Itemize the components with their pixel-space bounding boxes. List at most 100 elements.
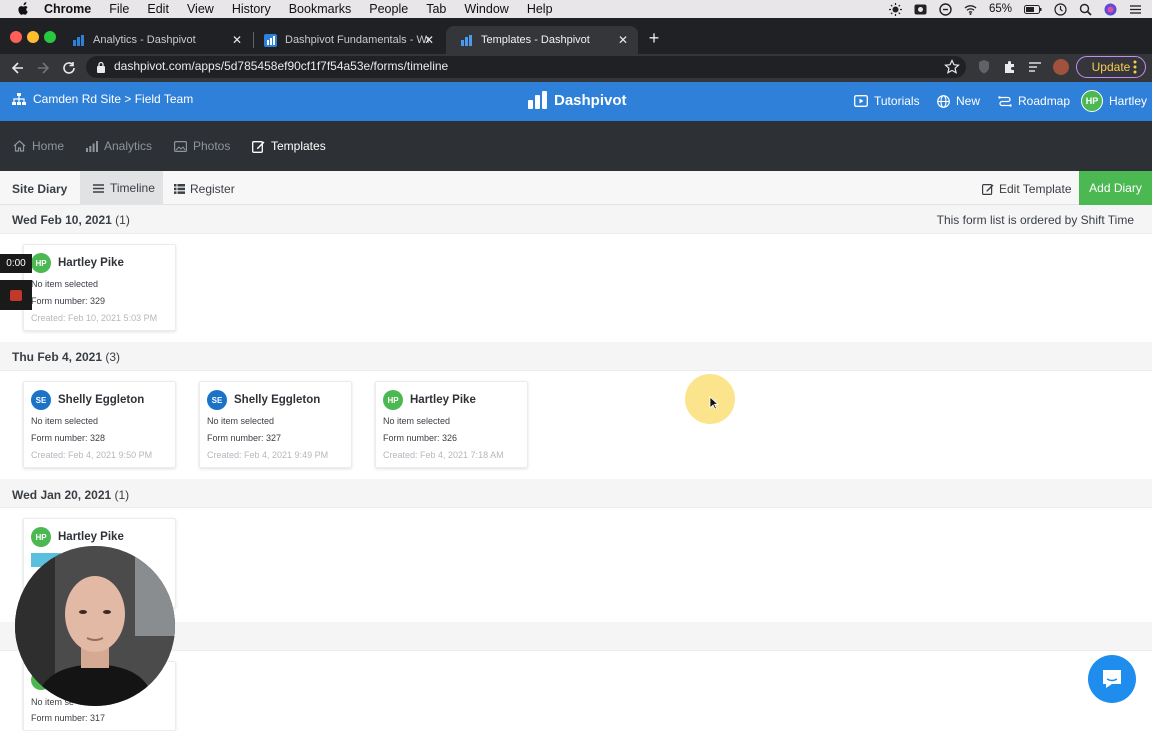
menu-tab[interactable]: Tab	[426, 2, 446, 16]
group-date: Thu Feb 4, 2021	[12, 350, 103, 364]
siri-icon[interactable]	[1104, 3, 1117, 16]
author-name: Shelly Eggleton	[58, 394, 145, 406]
add-diary-button[interactable]: Add Diary	[1079, 171, 1152, 205]
sync-icon[interactable]	[939, 2, 952, 16]
register-view-button[interactable]: Register	[174, 182, 235, 196]
browser-tab-templates[interactable]: Templates - Dashpivot ✕	[446, 26, 638, 54]
browser-tab-fundamentals[interactable]: Dashpivot Fundamentals - We ✕	[250, 26, 444, 54]
menu-people[interactable]: People	[369, 2, 408, 16]
date-group-header	[0, 479, 1152, 508]
brightness-icon[interactable]	[888, 2, 902, 16]
webcam-overlay	[15, 546, 175, 706]
date-group-header	[0, 342, 1152, 371]
author-avatar: HP	[31, 253, 51, 273]
card-form-number: Form number: 328	[31, 433, 106, 443]
extension-shield-icon[interactable]	[977, 59, 991, 75]
author-name: Hartley Pike	[58, 531, 124, 543]
menu-file[interactable]: File	[109, 2, 129, 16]
bookmark-star-icon[interactable]	[944, 59, 960, 75]
nav-home[interactable]: Home	[13, 139, 64, 153]
chat-bubble-icon	[1103, 670, 1121, 688]
roadmap-link[interactable]: Roadmap	[998, 94, 1070, 108]
user-avatar: HP	[1081, 90, 1103, 112]
menu-window[interactable]: Window	[464, 2, 508, 16]
lock-icon[interactable]	[96, 61, 106, 73]
card-item-status: No item selected	[383, 416, 451, 426]
stop-recording-button[interactable]	[0, 280, 32, 310]
update-label: Update	[1091, 60, 1131, 74]
dashpivot-favicon-icon	[73, 34, 84, 46]
site-breadcrumb[interactable]: Camden Rd Site > Field Team	[12, 92, 193, 106]
video-play-icon	[854, 95, 868, 107]
card-form-number: Form number: 327	[207, 433, 282, 443]
dashpivot-logo[interactable]: Dashpivot	[528, 91, 627, 109]
new-link[interactable]: New	[937, 94, 980, 108]
form-card[interactable]: SE Shelly Eggleton No item selected Form…	[199, 381, 352, 468]
battery-icon[interactable]	[1024, 3, 1042, 16]
window-maximize-button[interactable]	[44, 31, 56, 43]
roadmap-icon	[998, 95, 1012, 107]
tab-close-icon[interactable]: ✕	[422, 33, 436, 47]
extensions-puzzle-icon[interactable]	[1002, 59, 1018, 75]
menu-bookmarks[interactable]: Bookmarks	[289, 2, 352, 16]
nav-photos[interactable]: Photos	[174, 139, 230, 153]
card-form-number: Form number: 329	[31, 296, 106, 306]
tab-title: Templates - Dashpivot	[481, 34, 590, 46]
tab-close-icon[interactable]: ✕	[230, 33, 244, 47]
forward-arrow-icon[interactable]	[33, 58, 53, 78]
screen-record-icon[interactable]	[914, 3, 927, 16]
intercom-chat-button[interactable]	[1088, 655, 1136, 703]
menu-chrome[interactable]: Chrome	[44, 2, 91, 16]
form-toolbar	[0, 171, 1152, 205]
photo-icon	[174, 140, 187, 152]
dashpivot-favicon-icon	[461, 34, 472, 46]
tutorials-link[interactable]: Tutorials	[854, 94, 920, 108]
nav-analytics[interactable]: Analytics	[86, 139, 152, 153]
table-list-icon	[174, 184, 185, 194]
new-tab-button[interactable]: +	[646, 29, 662, 47]
clock-icon[interactable]	[1054, 2, 1067, 16]
macos-menu-bar: Chrome File Edit View History Bookmarks …	[0, 0, 1152, 18]
url-text[interactable]: dashpivot.com/apps/5d785458ef90cf1f7f54a…	[114, 59, 448, 73]
window-close-button[interactable]	[10, 31, 22, 43]
tab-close-icon[interactable]: ✕	[616, 33, 630, 47]
analytics-bars-icon	[86, 140, 98, 152]
reading-list-icon[interactable]	[1027, 59, 1043, 75]
template-edit-icon	[252, 140, 265, 153]
apple-logo-icon[interactable]	[16, 2, 30, 16]
window-minimize-button[interactable]	[27, 31, 39, 43]
spotlight-search-icon[interactable]	[1079, 3, 1092, 16]
timeline-view-button[interactable]: Timeline	[80, 171, 163, 205]
breadcrumb-text: Camden Rd Site > Field Team	[33, 92, 194, 106]
dashpivot-favicon-icon	[264, 33, 277, 47]
form-card[interactable]: HP Hartley Pike No item selected Form nu…	[23, 244, 176, 331]
menu-help[interactable]: Help	[527, 2, 553, 16]
stop-square-icon	[10, 290, 22, 301]
reload-icon[interactable]	[59, 58, 79, 78]
profile-avatar[interactable]	[1053, 59, 1069, 75]
menu-history[interactable]: History	[232, 2, 271, 16]
user-menu[interactable]: HP Hartley	[1081, 90, 1147, 112]
browser-tab-analytics[interactable]: Analytics - Dashpivot ✕	[58, 26, 252, 54]
nav-templates[interactable]: Templates	[252, 139, 326, 153]
author-avatar: SE	[207, 390, 227, 410]
edit-template-button[interactable]: Edit Template	[982, 182, 1072, 196]
group-count: (1)	[115, 213, 130, 227]
card-created-date: Created: Feb 4, 2021 9:50 PM	[31, 450, 153, 460]
author-name: Hartley Pike	[58, 257, 124, 269]
globe-icon	[937, 94, 950, 108]
form-title: Site Diary	[12, 182, 68, 196]
new-label: New	[956, 94, 981, 108]
more-menu-icon[interactable]	[1132, 59, 1138, 75]
menu-view[interactable]: View	[187, 2, 214, 16]
control-center-icon[interactable]	[1129, 3, 1142, 16]
form-card[interactable]: HP Hartley Pike No item selected Form nu…	[375, 381, 528, 468]
add-diary-label: Add Diary	[1089, 181, 1142, 195]
presenter-video-icon	[15, 546, 175, 706]
tutorials-label: Tutorials	[874, 94, 920, 108]
form-card[interactable]: SE Shelly Eggleton No item selected Form…	[23, 381, 176, 468]
menu-edit[interactable]: Edit	[147, 2, 169, 16]
wifi-icon[interactable]	[964, 3, 977, 16]
card-form-number: Form number: 326	[383, 433, 458, 443]
back-arrow-icon[interactable]	[8, 58, 28, 78]
